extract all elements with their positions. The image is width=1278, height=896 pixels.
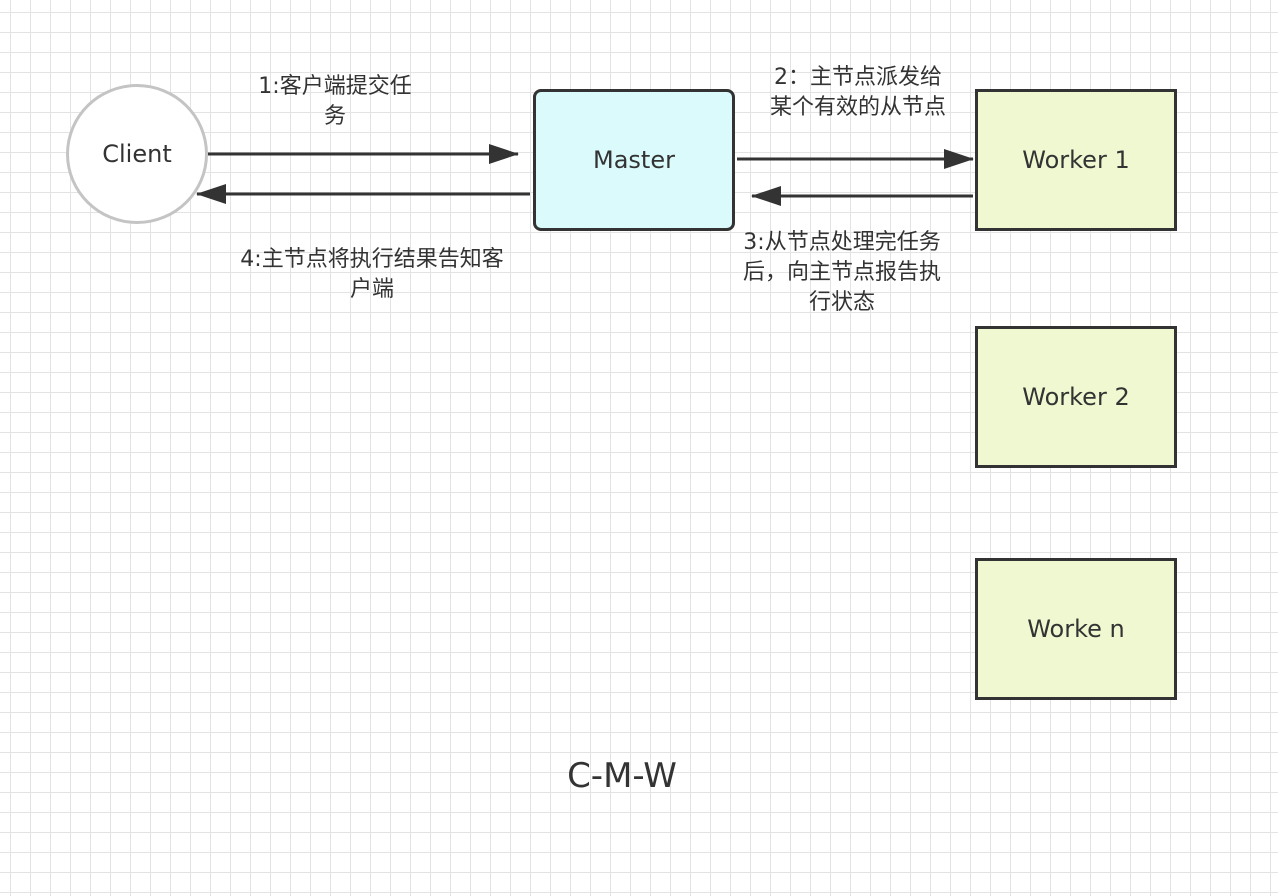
step4-label-line2: 户端 [349, 277, 394, 302]
worker-n-node[interactable]: Worke n [975, 558, 1177, 700]
step3-label-line3: 行状态 [808, 290, 875, 315]
diagram-caption: C-M-W [567, 756, 677, 796]
client-node[interactable]: Client [66, 84, 208, 224]
master-node[interactable]: Master [533, 89, 735, 231]
step3-label: 3:从节点处理完任务 后，向主节点报告执 行状态 [722, 228, 962, 318]
step1-label-line1: 1:客户端提交任 [258, 74, 412, 99]
worker-2-node-label: Worker 2 [1022, 383, 1130, 411]
worker-1-node[interactable]: Worker 1 [975, 89, 1177, 231]
step2-label: 2：主节点派发给 某个有效的从节点 [748, 63, 968, 123]
step4-label: 4:主节点将执行结果告知客 户端 [212, 245, 532, 305]
worker-1-node-label: Worker 1 [1022, 146, 1130, 174]
step3-label-line1: 3:从节点处理完任务 [743, 230, 941, 255]
worker-2-node[interactable]: Worker 2 [975, 326, 1177, 468]
diagram-canvas: Client Master Worker 1 Worker 2 Worke n … [0, 0, 1278, 896]
step2-label-line2: 某个有效的从节点 [769, 95, 946, 120]
master-node-label: Master [593, 146, 675, 174]
step1-label: 1:客户端提交任 务 [240, 72, 430, 132]
step2-label-line1: 2：主节点派发给 [774, 65, 942, 90]
step4-label-line1: 4:主节点将执行结果告知客 [240, 247, 504, 272]
step1-label-line2: 务 [323, 104, 346, 129]
step3-label-line2: 后，向主节点报告执 [742, 260, 941, 285]
worker-n-node-label: Worke n [1027, 615, 1125, 643]
client-node-label: Client [102, 140, 172, 168]
